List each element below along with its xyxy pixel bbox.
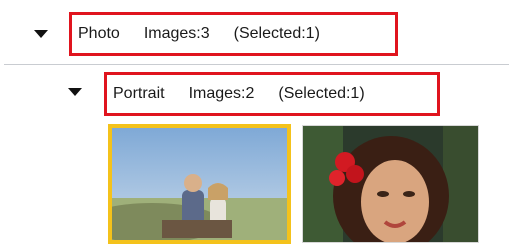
thumbnail-selected[interactable] [108,124,291,244]
group-name: Portrait [113,85,165,102]
collapse-arrow-icon[interactable] [68,88,82,96]
thumbnail[interactable] [302,125,479,243]
selected-count: (Selected:1) [233,25,320,42]
group-header-photo[interactable]: Photo Images:3 (Selected:1) [69,12,398,56]
divider [4,64,509,65]
portrait-image [303,126,478,242]
image-count: Images:2 [188,85,255,102]
selected-count: (Selected:1) [278,85,365,102]
collapse-arrow-icon[interactable] [34,30,48,38]
photo-image [112,128,287,240]
group-header-portrait[interactable]: Portrait Images:2 (Selected:1) [104,72,440,116]
group-name: Photo [78,25,120,42]
image-count: Images:3 [143,25,210,42]
